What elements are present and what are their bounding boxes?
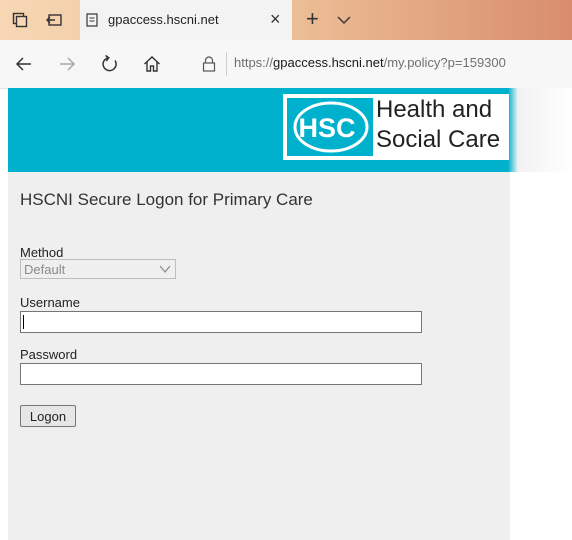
url-prefix: https:// — [234, 55, 274, 70]
hsc-mark-text: HSC — [298, 113, 355, 143]
page-icon — [86, 13, 98, 27]
tab-title: gpaccess.hscni.net — [108, 12, 219, 27]
new-tab-icon[interactable]: + — [306, 8, 319, 30]
logo-line-1: Health and — [376, 96, 493, 123]
url-path: /my.policy?p=159300 — [383, 55, 506, 70]
tab-actions-icon[interactable] — [12, 12, 28, 28]
username-label: Username — [20, 295, 80, 310]
method-select-value: Default — [24, 262, 66, 277]
refresh-icon[interactable] — [100, 54, 120, 74]
home-icon[interactable] — [142, 54, 162, 74]
username-input[interactable] — [20, 311, 422, 333]
password-label: Password — [20, 347, 78, 362]
browser-tab-bar: gpaccess.hscni.net × + — [0, 0, 572, 40]
set-aside-tabs-icon[interactable] — [46, 12, 62, 28]
url-separator — [226, 52, 227, 76]
hsc-mark: HSC — [287, 98, 373, 156]
logon-panel: HSCNI Secure Logon for Primary Care Meth… — [8, 172, 510, 540]
page-banner: HSC Health and Social Care — [8, 88, 572, 172]
logo-line-2: Social Care — [376, 126, 501, 153]
address-bar: https://gpaccess.hscni.net/my.policy?p=1… — [0, 40, 572, 89]
password-input[interactable] — [20, 363, 422, 385]
hsc-logo: HSC Health and Social Care — [283, 94, 509, 160]
chevron-down-icon[interactable] — [336, 13, 352, 27]
lock-icon[interactable] — [202, 56, 216, 72]
text-cursor — [23, 315, 24, 329]
close-icon[interactable]: × — [270, 9, 281, 29]
page-title: HSCNI Secure Logon for Primary Care — [20, 190, 313, 209]
method-select[interactable]: Default — [20, 259, 176, 279]
active-tab[interactable]: gpaccess.hscni.net × — [80, 0, 292, 40]
url-domain: gpaccess.hscni.net — [273, 55, 384, 70]
url-field[interactable]: https://gpaccess.hscni.net/my.policy?p=1… — [234, 55, 506, 70]
logo-text: Health and Social Care — [376, 95, 500, 155]
back-icon[interactable] — [14, 54, 34, 74]
method-label: Method — [20, 245, 64, 260]
chevron-down-icon — [159, 265, 171, 273]
forward-icon — [60, 57, 76, 71]
logon-button[interactable]: Logon — [20, 405, 76, 427]
